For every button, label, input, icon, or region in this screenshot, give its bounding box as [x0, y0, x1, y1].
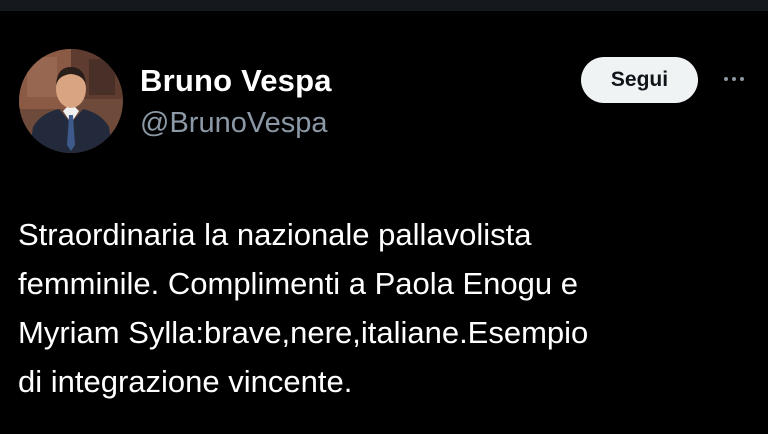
author-name[interactable]: Bruno Vespa: [140, 63, 332, 99]
top-bar-strip: [0, 0, 768, 11]
tweet-text-line: Myriam Sylla:brave,nere,italiane.Esempio: [18, 315, 589, 350]
more-dot: [740, 77, 744, 81]
more-dot: [724, 77, 728, 81]
more-dot: [732, 77, 736, 81]
avatar-photo: [19, 49, 123, 153]
avatar[interactable]: [19, 49, 123, 153]
author-handle[interactable]: @BrunoVespa: [140, 107, 327, 140]
tweet-text-line: di integrazione vincente.: [18, 364, 353, 399]
tweet-card: Bruno Vespa @BrunoVespa Segui Straordina…: [0, 11, 768, 434]
tweet-text-line: femminile. Complimenti a Paola Enogu e: [18, 266, 578, 301]
tweet-text-line: Straordinaria la nazionale pallavolista: [18, 217, 532, 252]
follow-button[interactable]: Segui: [581, 57, 698, 103]
more-horizontal-icon[interactable]: [716, 67, 752, 91]
tweet-text: Straordinaria la nazionale pallavolista …: [18, 210, 753, 406]
